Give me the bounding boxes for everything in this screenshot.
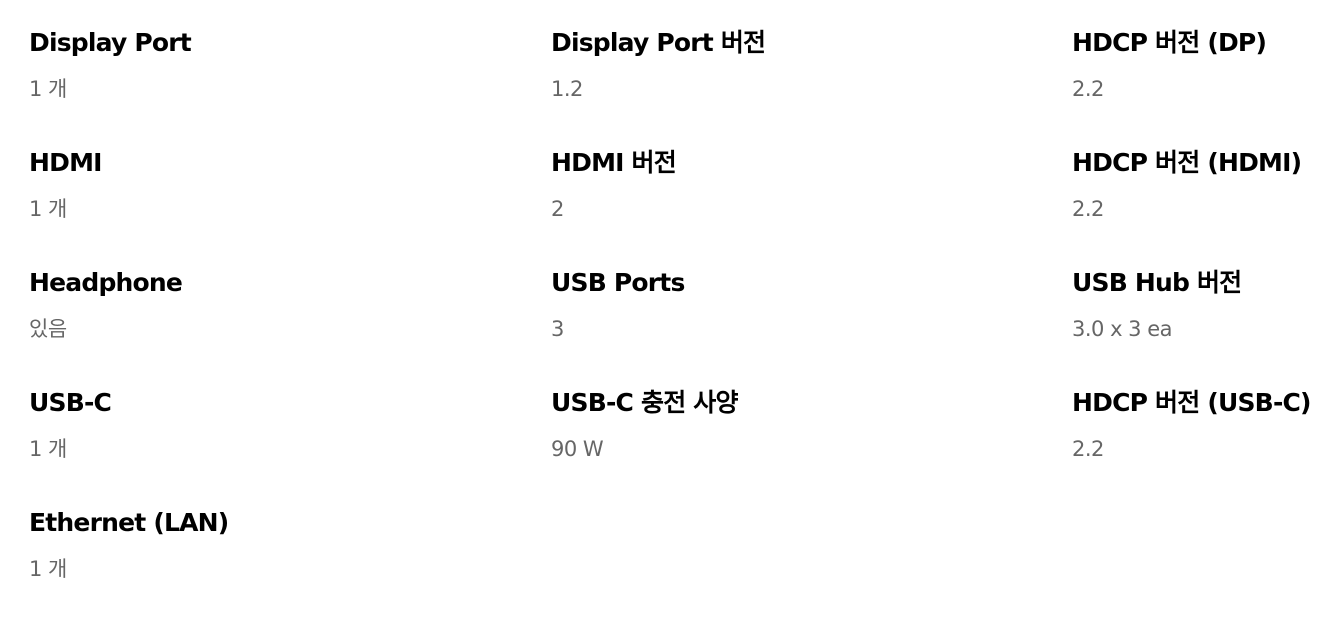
spec-value: 3.0 x 3 ea	[1072, 317, 1173, 341]
spec-label: USB Hub 버전	[1072, 268, 1242, 297]
spec-label: HDCP 버전 (HDMI)	[1072, 148, 1302, 177]
spec-value: 1 개	[29, 77, 67, 101]
spec-grid: Display Port 1 개 Display Port 버전 1.2 HDCP 버전…	[29, 24, 1312, 624]
spec-label: HDMI	[29, 148, 102, 177]
spec-item: HDCP 버전 (HDMI) 2.2	[1072, 144, 1312, 264]
spec-value: 1 개	[29, 437, 67, 461]
spec-value: 2.2	[1072, 197, 1104, 221]
spec-label: Display Port 버전	[551, 28, 766, 57]
spec-value: 2.2	[1072, 77, 1104, 101]
spec-value: 1.2	[551, 77, 583, 101]
spec-label: HDCP 버전 (USB-C)	[1072, 388, 1312, 417]
spec-value: 2.2	[1072, 437, 1104, 461]
spec-value: 3	[551, 317, 564, 341]
spec-label: Headphone	[29, 268, 183, 297]
spec-item: Headphone 있음	[29, 264, 551, 384]
spec-label: USB Ports	[551, 268, 685, 297]
spec-item: Ethernet (LAN) 1 개	[29, 504, 551, 624]
spec-item: USB Ports 3	[551, 264, 1072, 384]
spec-item: USB-C 1 개	[29, 384, 551, 504]
spec-label: HDMI 버전	[551, 148, 677, 177]
spec-value: 있음	[29, 317, 67, 341]
spec-item: HDCP 버전 (DP) 2.2	[1072, 24, 1312, 144]
spec-label: USB-C	[29, 388, 112, 417]
spec-value: 2	[551, 197, 564, 221]
spec-item: Display Port 1 개	[29, 24, 551, 144]
spec-label: Ethernet (LAN)	[29, 508, 229, 537]
spec-value: 90 W	[551, 437, 604, 461]
spec-item: USB-C 충전 사양 90 W	[551, 384, 1072, 504]
spec-item: HDCP 버전 (USB-C) 2.2	[1072, 384, 1312, 504]
spec-value: 1 개	[29, 197, 67, 221]
spec-item: USB Hub 버전 3.0 x 3 ea	[1072, 264, 1312, 384]
spec-item: Display Port 버전 1.2	[551, 24, 1072, 144]
spec-label: Display Port	[29, 28, 192, 57]
spec-item: HDMI 버전 2	[551, 144, 1072, 264]
spec-label: USB-C 충전 사양	[551, 388, 739, 417]
spec-value: 1 개	[29, 557, 67, 581]
spec-label: HDCP 버전 (DP)	[1072, 28, 1267, 57]
spec-item: HDMI 1 개	[29, 144, 551, 264]
